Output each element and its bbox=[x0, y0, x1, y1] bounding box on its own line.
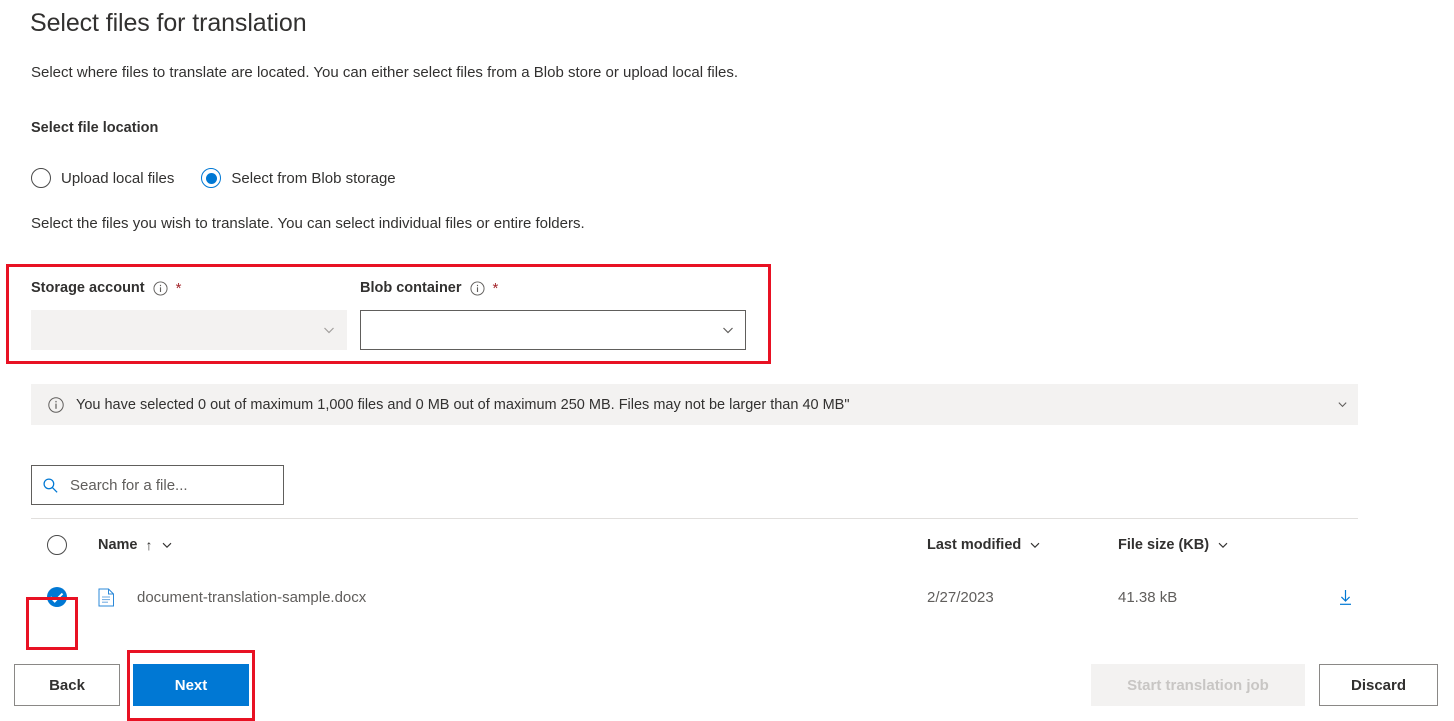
discard-button[interactable]: Discard bbox=[1319, 664, 1438, 706]
radio-upload-local-files-label: Upload local files bbox=[61, 169, 175, 187]
column-header-file-size[interactable]: File size (KB) bbox=[1118, 519, 1229, 571]
search-input[interactable]: Search for a file... bbox=[31, 465, 284, 505]
row-checkbox-checked[interactable] bbox=[47, 587, 67, 607]
storage-account-label-row: Storage account * bbox=[31, 278, 347, 298]
blob-container-dropdown[interactable] bbox=[360, 310, 746, 350]
row-file-name: document-translation-sample.docx bbox=[137, 588, 367, 606]
row-last-modified-value: 2/27/2023 bbox=[927, 588, 994, 606]
search-icon bbox=[43, 477, 58, 493]
info-icon bbox=[48, 396, 64, 413]
file-location-radio-group: Upload local files Select from Blob stor… bbox=[31, 168, 396, 188]
chevron-down-icon[interactable] bbox=[1217, 539, 1229, 551]
chevron-down-icon[interactable] bbox=[1337, 399, 1348, 410]
start-translation-job-button: Start translation job bbox=[1091, 664, 1305, 706]
blob-container-label-row: Blob container * bbox=[360, 278, 746, 298]
radio-selected-icon bbox=[201, 168, 222, 188]
select-file-location-label: Select file location bbox=[31, 120, 159, 136]
row-last-modified-cell: 2/27/2023 bbox=[927, 571, 994, 623]
row-file-size-cell: 41.38 kB bbox=[1118, 571, 1177, 623]
blob-container-label: Blob container bbox=[360, 280, 462, 296]
back-button[interactable]: Back bbox=[14, 664, 120, 706]
chevron-down-icon bbox=[723, 327, 733, 334]
select-files-page: Select files for translation Select wher… bbox=[0, 0, 1454, 721]
next-button[interactable]: Next bbox=[133, 664, 249, 706]
file-selection-helper-text: Select the files you wish to translate. … bbox=[31, 215, 585, 232]
storage-account-required-marker: * bbox=[175, 279, 182, 297]
storage-account-label: Storage account bbox=[31, 280, 145, 296]
search-placeholder: Search for a file... bbox=[70, 476, 188, 494]
row-file-size-value: 41.38 kB bbox=[1118, 588, 1178, 606]
storage-account-field: Storage account * bbox=[31, 278, 347, 350]
document-icon bbox=[98, 588, 114, 606]
info-icon[interactable] bbox=[469, 280, 485, 296]
radio-select-from-blob-storage[interactable]: Select from Blob storage bbox=[201, 168, 396, 188]
blob-container-field: Blob container * bbox=[360, 278, 746, 350]
row-select-cell bbox=[47, 571, 67, 623]
selection-info-message-bar: You have selected 0 out of maximum 1,000… bbox=[31, 384, 1358, 425]
storage-account-dropdown[interactable] bbox=[31, 310, 347, 350]
file-list-table: Name ↑ Last modified File size (KB) docu… bbox=[31, 519, 1358, 623]
column-header-name[interactable]: Name ↑ bbox=[98, 519, 173, 571]
chevron-down-icon bbox=[324, 327, 334, 334]
row-action-cell bbox=[1336, 571, 1355, 623]
radio-upload-local-files[interactable]: Upload local files bbox=[31, 168, 174, 188]
page-subtitle: Select where files to translate are loca… bbox=[31, 64, 739, 81]
selection-info-text: You have selected 0 out of maximum 1,000… bbox=[76, 396, 850, 413]
row-name-cell: document-translation-sample.docx bbox=[98, 571, 366, 623]
page-title: Select files for translation bbox=[30, 9, 307, 37]
column-header-file-size-label: File size (KB) bbox=[1118, 537, 1210, 553]
sort-ascending-icon: ↑ bbox=[145, 537, 153, 553]
download-icon[interactable] bbox=[1336, 588, 1355, 607]
chevron-down-icon[interactable] bbox=[1029, 539, 1041, 551]
info-icon[interactable] bbox=[153, 280, 168, 296]
blob-container-required-marker: * bbox=[492, 279, 499, 297]
table-header-row: Name ↑ Last modified File size (KB) bbox=[31, 519, 1358, 571]
column-header-last-modified[interactable]: Last modified bbox=[927, 519, 1041, 571]
radio-unselected-icon bbox=[31, 168, 51, 188]
table-row[interactable]: document-translation-sample.docx 2/27/20… bbox=[31, 571, 1358, 623]
radio-select-from-blob-storage-label: Select from Blob storage bbox=[231, 169, 396, 187]
column-header-name-label: Name bbox=[98, 537, 138, 553]
select-all-checkbox[interactable] bbox=[47, 535, 67, 555]
select-all-cell bbox=[47, 519, 67, 571]
column-header-last-modified-label: Last modified bbox=[927, 537, 1022, 553]
chevron-down-icon[interactable] bbox=[161, 539, 173, 551]
